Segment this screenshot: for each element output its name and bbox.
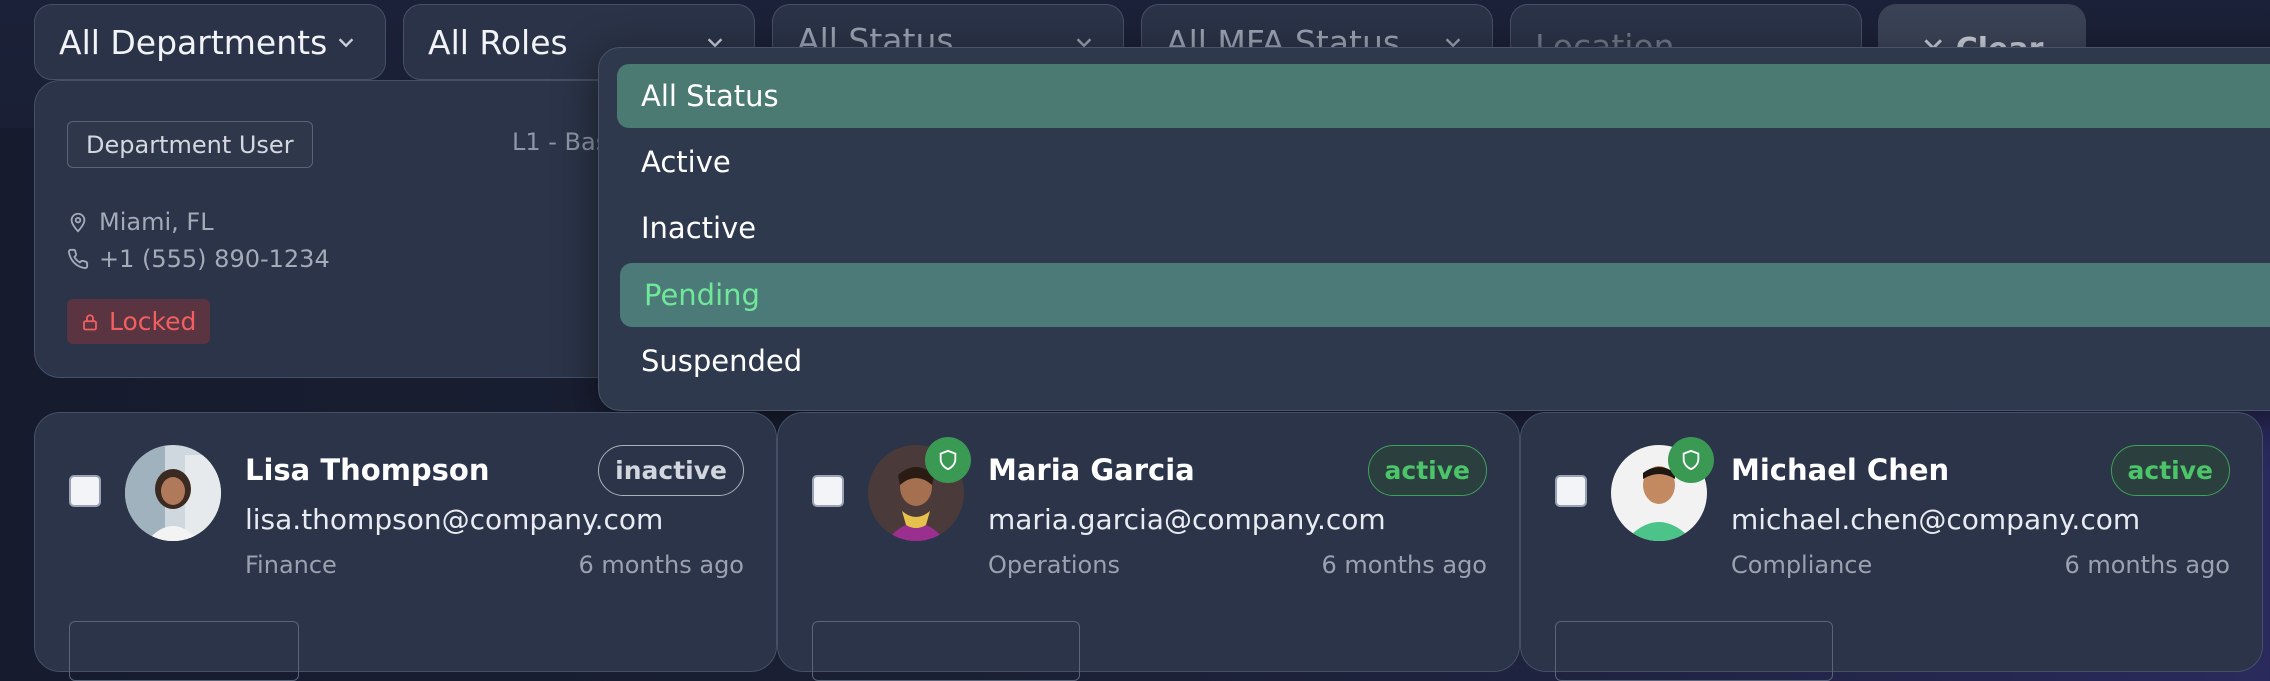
user-card[interactable]: Lisa Thompson inactive lisa.thompson@com… — [34, 412, 777, 681]
phone-text: +1 (555) 890-1234 — [99, 245, 330, 273]
role-badge — [1555, 621, 1833, 681]
status-badge: inactive — [598, 445, 744, 496]
location-row: Miami, FL — [67, 208, 214, 236]
last-active: 6 months ago — [2064, 551, 2230, 579]
status-badge: active — [2110, 445, 2230, 496]
shield-icon — [1682, 449, 1700, 471]
status-option-all[interactable]: All Status — [617, 64, 2270, 128]
last-active: 6 months ago — [578, 551, 744, 579]
status-option-inactive[interactable]: Inactive — [617, 196, 2270, 260]
role-select-value: All Roles — [428, 22, 568, 62]
mfa-shield-badge — [925, 437, 971, 483]
mfa-shield-badge — [1668, 437, 1714, 483]
user-card[interactable]: Maria Garcia active maria.garcia@company… — [777, 412, 1520, 681]
role-badge: Department User — [67, 121, 313, 168]
user-department: Compliance — [1731, 551, 1873, 579]
avatar — [125, 445, 221, 541]
user-department: Finance — [245, 551, 337, 579]
status-option-suspended[interactable]: Suspended — [617, 329, 2270, 393]
user-card[interactable]: Michael Chen active michael.chen@company… — [1520, 412, 2263, 681]
status-option-active[interactable]: Active — [617, 130, 2270, 194]
location-text: Miami, FL — [99, 208, 214, 236]
location-pin-icon — [70, 212, 86, 233]
lock-icon — [83, 313, 97, 330]
department-select-value: All Departments — [59, 22, 328, 62]
status-option-pending[interactable]: Pending — [620, 263, 2270, 327]
shield-icon — [939, 449, 957, 471]
access-level: L1 - Bas — [512, 128, 609, 156]
role-badge — [69, 621, 299, 681]
phone-row: +1 (555) 890-1234 — [67, 245, 330, 273]
select-checkbox[interactable] — [69, 475, 101, 507]
user-department: Operations — [988, 551, 1120, 579]
select-checkbox[interactable] — [1555, 475, 1587, 507]
user-name: Lisa Thompson — [245, 453, 490, 487]
locked-label: Locked — [109, 307, 197, 336]
user-name: Maria Garcia — [988, 453, 1195, 487]
user-email: lisa.thompson@company.com — [245, 503, 664, 536]
select-checkbox[interactable] — [812, 475, 844, 507]
last-active: 6 months ago — [1321, 551, 1487, 579]
locked-badge: Locked — [67, 299, 211, 344]
user-name: Michael Chen — [1731, 453, 1950, 487]
department-select[interactable]: All Departments — [34, 4, 386, 80]
status-badge: active — [1367, 445, 1487, 496]
user-email: maria.garcia@company.com — [988, 503, 1386, 536]
phone-icon — [68, 248, 89, 269]
user-email: michael.chen@company.com — [1731, 503, 2141, 536]
status-dropdown-menu: All Status Active Inactive Pending Suspe… — [598, 47, 2270, 411]
role-badge — [812, 621, 1080, 681]
chevron-down-icon — [338, 38, 354, 48]
